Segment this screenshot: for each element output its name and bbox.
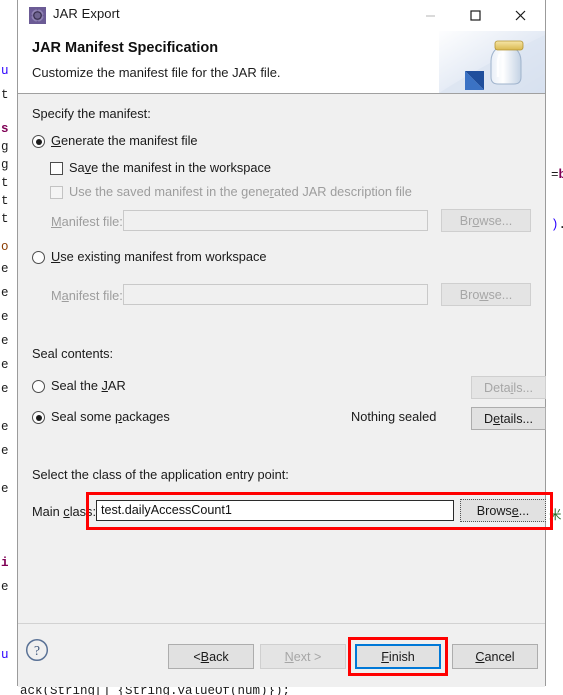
bg-code-line: t [1, 176, 9, 190]
checkbox-use-saved-manifest-label: Use the saved manifest in the generated … [69, 184, 412, 199]
bg-code-line: i [1, 556, 9, 570]
main-class-browse-button[interactable]: Brows e... [460, 499, 546, 522]
seal-status-text: Nothing sealed [351, 409, 437, 424]
main-class-input[interactable]: test.dailyAccessCount1 [96, 500, 454, 521]
radio-generate-manifest[interactable] [32, 135, 45, 148]
dialog-header: JAR Manifest Specification Customize the… [18, 31, 545, 94]
jar-with-arrow-icon [439, 31, 545, 93]
bg-code-line: e [1, 334, 9, 348]
bg-code-line: g [1, 158, 9, 172]
close-icon [515, 10, 526, 20]
dialog-footer: ? < Back Next > Finish Cancel [18, 623, 545, 687]
radio-generate-manifest-label: Generate the manifest file [51, 133, 198, 148]
radio-seal-packages[interactable] [32, 411, 45, 424]
page-subtitle: Customize the manifest file for the JAR … [32, 65, 281, 80]
checkbox-save-in-workspace[interactable] [50, 162, 63, 175]
bg-code-line: e [1, 310, 9, 324]
minimize-button[interactable] [408, 0, 453, 30]
finish-button[interactable]: Finish [355, 644, 441, 669]
bg-code-line: e [1, 482, 9, 496]
bg-code-line: t [1, 194, 9, 208]
main-class-label: Main class: [32, 504, 97, 519]
generate-manifest-file-input [123, 210, 428, 231]
page-title: JAR Manifest Specification [32, 40, 219, 56]
bg-code-line: e [1, 444, 9, 458]
checkbox-use-saved-manifest [50, 186, 63, 199]
bg-code-line: t [1, 212, 9, 226]
generate-manifest-browse-button: Br o wse... [441, 209, 531, 232]
close-button[interactable] [498, 0, 543, 30]
seal-jar-details-button: Deta i ls... [471, 376, 546, 399]
existing-manifest-browse-button: Bro w se... [441, 283, 531, 306]
dialog-body: Specify the manifest: Generate the manif… [18, 94, 553, 623]
back-button[interactable]: < Back [168, 644, 254, 669]
maximize-button[interactable] [453, 0, 498, 30]
bg-code-line: o [1, 240, 9, 254]
radio-seal-packages-label: Seal some packages [51, 409, 170, 424]
seal-group-label: Seal contents: [32, 346, 114, 361]
seal-packages-details-button[interactable]: De tails... [471, 407, 546, 430]
bg-code-line: e [1, 420, 9, 434]
bg-code-line: u [1, 648, 9, 662]
checkbox-save-in-workspace-label: Save the manifest in the workspace [69, 160, 272, 175]
dialog-titlebar[interactable]: JAR Export [18, 0, 545, 31]
bg-code-line: e [1, 382, 9, 396]
bg-code-line: e [1, 286, 9, 300]
bg-code-line: t [1, 88, 9, 102]
generate-manifest-file-label: Manifest file: [51, 214, 123, 229]
help-icon[interactable]: ? [25, 638, 49, 662]
bg-code-line: g [1, 140, 9, 154]
bg-code-line: e [1, 262, 9, 276]
radio-use-existing-manifest-label: Use existing manifest from workspace [51, 249, 267, 264]
radio-seal-jar[interactable] [32, 380, 45, 393]
bg-code-line: ). [551, 218, 563, 232]
bg-code-line: =b [551, 168, 563, 182]
jar-export-icon [29, 7, 46, 24]
existing-manifest-file-label: Manifest file: [51, 288, 123, 303]
next-button: Next > [260, 644, 346, 669]
bg-code-line: s [1, 122, 9, 136]
manifest-group-label: Specify the manifest: [32, 106, 151, 121]
svg-text:?: ? [34, 643, 40, 658]
screen: u t s g g t t t o e e e e e e e e e i e … [0, 0, 563, 695]
jar-export-dialog: JAR Export JAR Manifest Specification Cu… [17, 0, 553, 687]
maximize-icon [470, 9, 481, 21]
dialog-title: JAR Export [53, 6, 120, 21]
minimize-icon [426, 14, 435, 17]
bg-code-line: u [1, 64, 9, 78]
entry-point-group-label: Select the class of the application entr… [32, 467, 289, 482]
bg-code-line: e [1, 580, 9, 594]
radio-seal-jar-label: Seal the JAR [51, 378, 126, 393]
radio-use-existing-manifest[interactable] [32, 251, 45, 264]
bg-code-line: e [1, 358, 9, 372]
existing-manifest-file-input [123, 284, 428, 305]
cancel-button[interactable]: Cancel [452, 644, 538, 669]
bg-code-line: 米 [549, 509, 562, 523]
